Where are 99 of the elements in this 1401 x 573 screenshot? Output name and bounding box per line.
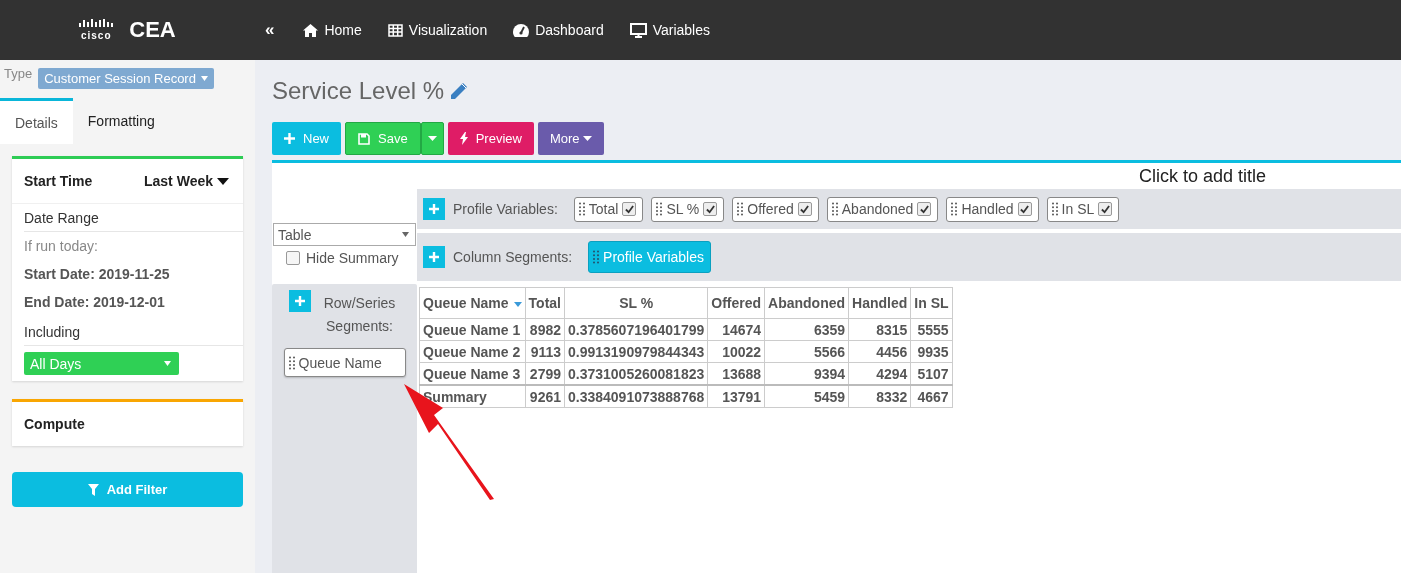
- drag-handle-icon: [831, 202, 838, 216]
- end-date-text: End Date: 2019-12-01: [24, 293, 166, 312]
- sidebar-tab[interactable]: Formatting: [72, 98, 170, 144]
- variable-checkbox[interactable]: [1017, 202, 1032, 216]
- drag-handle-icon: [951, 202, 958, 216]
- variable-chip[interactable]: Abandoned: [826, 196, 939, 222]
- plus-icon: [429, 204, 439, 214]
- variable-checkbox[interactable]: [703, 202, 718, 216]
- profile-variables-label: Profile Variables:: [453, 201, 558, 217]
- table-cell: Queue Name 1: [419, 318, 526, 341]
- home-icon: [303, 23, 319, 37]
- variable-chip[interactable]: SL %: [651, 196, 725, 222]
- table-cell: 5459: [764, 385, 849, 408]
- save-options-button[interactable]: [420, 122, 444, 155]
- table-cell: 8315: [848, 318, 911, 341]
- chart-title[interactable]: Click to add title: [1138, 163, 1266, 189]
- table-cell: 8332: [848, 385, 911, 408]
- drag-handle-icon: [288, 355, 295, 370]
- drag-handle-icon: [593, 250, 600, 264]
- preview-button[interactable]: Preview: [447, 122, 534, 155]
- page-title: Service Level %: [272, 77, 445, 105]
- table-cell: 10022: [707, 340, 765, 363]
- segment-chip[interactable]: Queue Name: [283, 348, 406, 377]
- column-header: Handled: [848, 287, 911, 319]
- plus-icon: [429, 252, 439, 262]
- variable-checkbox[interactable]: [917, 202, 932, 216]
- type-label: Type: [4, 66, 33, 81]
- display-type-dropdown[interactable]: Table: [273, 223, 416, 246]
- table-cell: 4667: [910, 385, 953, 408]
- variable-chip[interactable]: Handled: [946, 196, 1039, 222]
- if-run-text: If run today:: [24, 237, 99, 256]
- table-cell: 0.9913190979844343: [564, 340, 708, 363]
- caret-icon: [164, 361, 171, 366]
- more-button[interactable]: More: [537, 122, 604, 155]
- variable-chip[interactable]: Total: [573, 196, 644, 222]
- collapse-button[interactable]: «: [255, 10, 291, 50]
- lightning-icon: [459, 132, 468, 145]
- monitor-icon: [629, 22, 647, 38]
- variable-checkbox[interactable]: [1098, 202, 1113, 216]
- add-column-segment-button[interactable]: [423, 246, 445, 268]
- variable-checkbox[interactable]: [797, 202, 812, 216]
- table-cell: 9935: [910, 340, 953, 363]
- column-header: SL %: [564, 287, 708, 319]
- sidebar-tab[interactable]: Details: [0, 98, 73, 144]
- nav-link[interactable]: Home: [290, 10, 375, 50]
- column-header: In SL: [910, 287, 953, 319]
- start-time-label: Start Time: [24, 173, 93, 189]
- variable-chip[interactable]: In SL: [1046, 196, 1120, 222]
- logo-wordmark: cisco: [80, 30, 112, 41]
- caret-icon: [402, 232, 409, 237]
- caret-icon: [427, 136, 437, 141]
- table-cell: 6359: [764, 318, 849, 341]
- sort-icon[interactable]: [513, 301, 522, 307]
- table-cell: 13791: [707, 385, 765, 408]
- table-cell: 5566: [764, 340, 849, 363]
- hide-summary-label: Hide Summary: [306, 250, 399, 266]
- table-cell: 0.3384091073888768: [564, 385, 708, 408]
- cisco-bars-icon: [79, 19, 114, 29]
- plus-icon: [284, 133, 295, 144]
- table-cell: Queue Name 3: [419, 362, 526, 385]
- drag-handle-icon: [656, 202, 663, 216]
- table-cell: 14674: [707, 318, 765, 341]
- table-cell: 9261: [525, 385, 565, 408]
- nav-link[interactable]: Visualization: [374, 10, 501, 50]
- including-label: Including: [24, 318, 243, 346]
- start-time-dropdown[interactable]: Last Week: [144, 173, 229, 189]
- caret-icon: [582, 136, 592, 141]
- row-segments-label: Row/Series Segments:: [322, 294, 397, 336]
- table-cell: 0.3785607196401799: [564, 318, 708, 341]
- table-cell: 4456: [848, 340, 911, 363]
- date-range-label: Date Range: [24, 204, 243, 232]
- variable-chip[interactable]: Offered: [732, 196, 819, 222]
- grid-icon: [387, 23, 403, 37]
- drag-handle-icon: [1051, 202, 1058, 216]
- table-cell: 5555: [910, 318, 953, 341]
- table-cell: Queue Name 2: [419, 340, 526, 363]
- column-segments-label: Column Segments:: [453, 249, 573, 265]
- column-header: Total: [525, 287, 565, 319]
- add-variable-button[interactable]: [423, 198, 445, 220]
- compute-label: Compute: [24, 416, 85, 432]
- variable-checkbox[interactable]: [622, 202, 637, 216]
- column-header: Offered: [707, 287, 765, 319]
- drag-handle-icon: [737, 202, 744, 216]
- plus-icon: [294, 296, 305, 306]
- caret-icon: [200, 76, 208, 81]
- hide-summary-checkbox[interactable]: [286, 251, 300, 265]
- drag-handle-icon: [578, 202, 585, 216]
- start-date-text: Start Date: 2019-11-25: [24, 265, 171, 284]
- table-cell: 8982: [525, 318, 565, 341]
- filter-icon: [87, 483, 99, 496]
- gauge-icon: [513, 23, 530, 37]
- caret-icon: [217, 177, 229, 185]
- nav-link[interactable]: Variables: [616, 10, 723, 50]
- add-row-segment-button[interactable]: [288, 290, 311, 312]
- column-header: Abandoned: [764, 287, 849, 319]
- column-header[interactable]: Queue Name: [419, 287, 526, 319]
- nav-link[interactable]: Dashboard: [500, 10, 617, 50]
- app-name: CEA: [129, 17, 176, 43]
- table-cell: 9113: [525, 340, 565, 363]
